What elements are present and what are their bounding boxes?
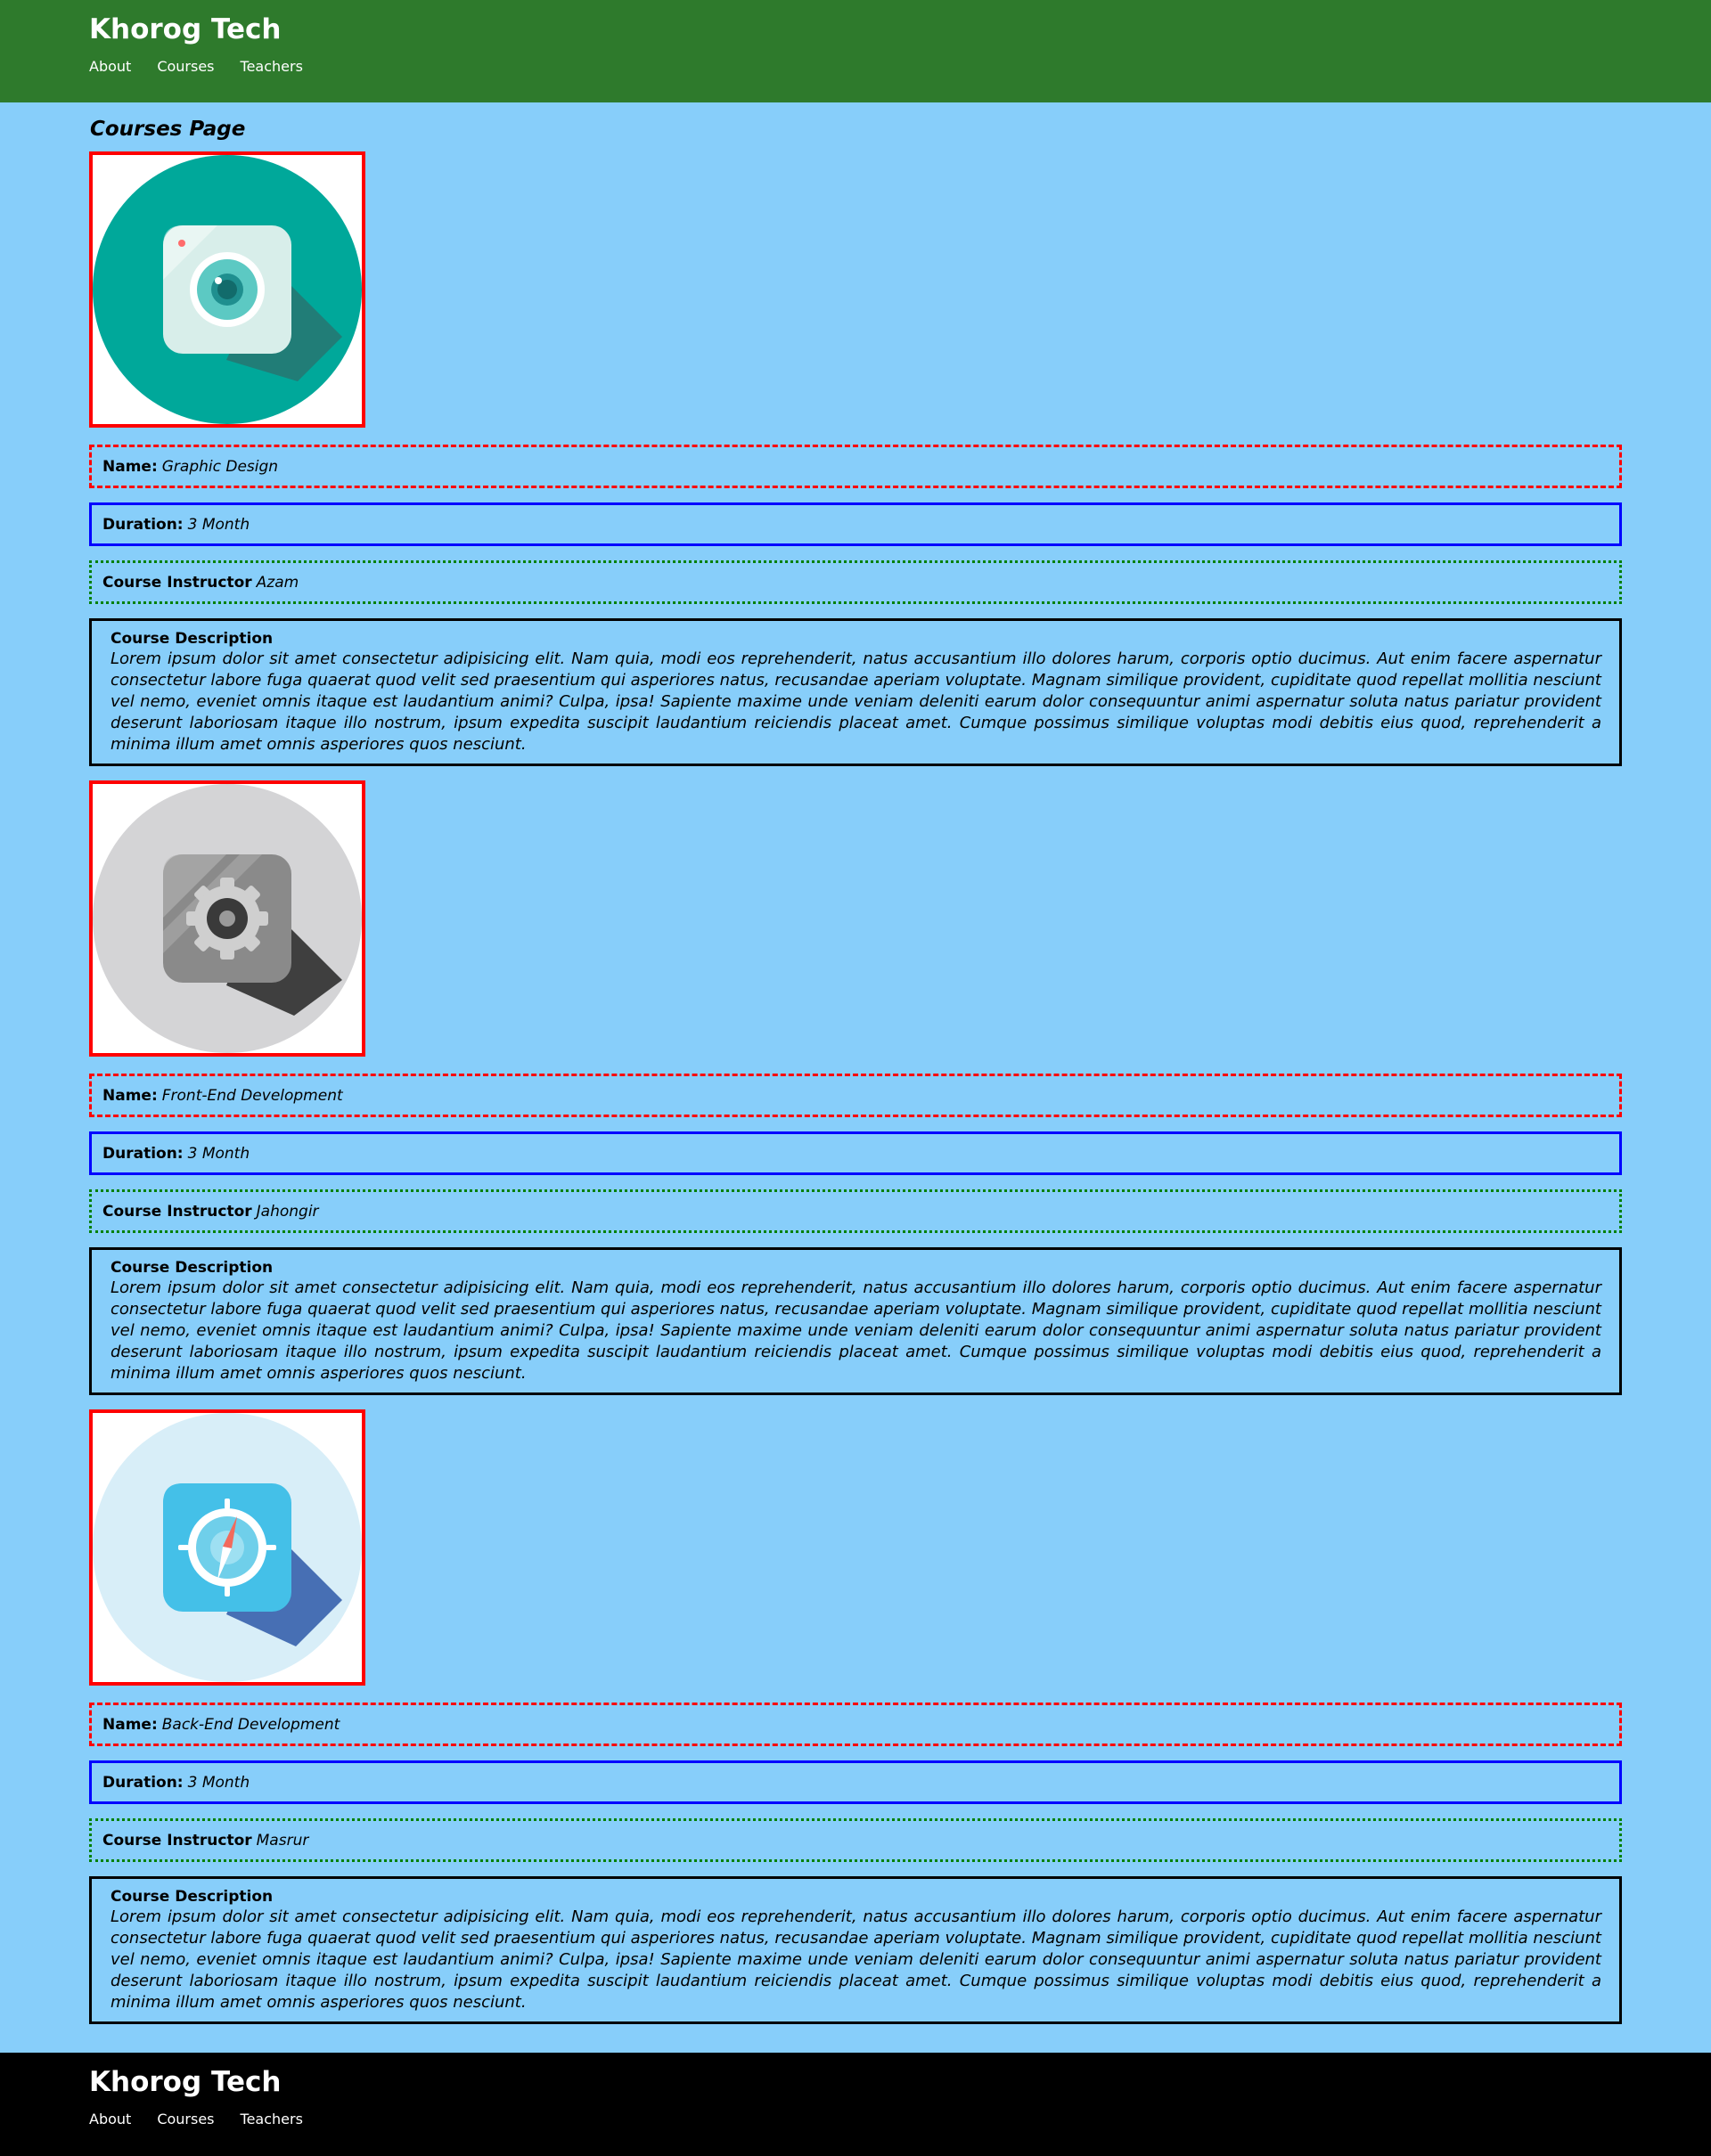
course-duration-label: Duration: xyxy=(102,1773,184,1792)
course-description-text: Lorem ipsum dolor sit amet consectetur a… xyxy=(111,649,1601,754)
site-header: Khorog Tech About Courses Teachers xyxy=(0,0,1711,102)
site-brand[interactable]: Khorog Tech xyxy=(89,12,1711,46)
header-nav: About Courses Teachers xyxy=(89,58,1711,76)
course-duration-value: 3 Month xyxy=(187,515,250,534)
course-image xyxy=(89,1409,365,1686)
course-instructor-value: Azam xyxy=(256,573,299,592)
footer-link-courses[interactable]: Courses xyxy=(157,2111,214,2128)
course-instructor-label: Course Instructor xyxy=(102,573,252,592)
course-instructor-value: Jahongir xyxy=(256,1202,319,1221)
main-content: Courses Page Name: Graphic Design Durati… xyxy=(0,102,1711,2024)
footer-nav: About Courses Teachers xyxy=(89,2111,1711,2128)
course-description-label: Course Description xyxy=(111,630,274,648)
course-duration-field: Duration: 3 Month xyxy=(89,1131,1622,1175)
course-description: Course Description Lorem ipsum dolor sit… xyxy=(89,1876,1622,2024)
course-instructor-value: Masrur xyxy=(256,1831,309,1850)
course-instructor-field: Course Instructor Masrur xyxy=(89,1818,1622,1862)
course-name-value: Front-End Development xyxy=(161,1086,343,1105)
course-duration-label: Duration: xyxy=(102,1144,184,1163)
footer-brand[interactable]: Khorog Tech xyxy=(89,2065,1711,2099)
course-instructor-field: Course Instructor Azam xyxy=(89,560,1622,604)
compass-icon xyxy=(93,1413,362,1682)
site-footer: Khorog Tech About Courses Teachers xyxy=(0,2053,1711,2156)
course-image xyxy=(89,151,365,428)
course-description-text: Lorem ipsum dolor sit amet consectetur a… xyxy=(111,1278,1601,1383)
course-card: Name: Graphic Design Duration: 3 Month C… xyxy=(89,151,1622,766)
nav-link-about[interactable]: About xyxy=(89,58,131,76)
course-name-field: Name: Graphic Design xyxy=(89,445,1622,488)
course-description: Course Description Lorem ipsum dolor sit… xyxy=(89,1247,1622,1395)
course-duration-value: 3 Month xyxy=(187,1773,250,1792)
course-duration-value: 3 Month xyxy=(187,1144,250,1163)
course-description: Course Description Lorem ipsum dolor sit… xyxy=(89,618,1622,766)
course-description-text: Lorem ipsum dolor sit amet consectetur a… xyxy=(111,1907,1601,2012)
nav-link-courses[interactable]: Courses xyxy=(157,58,214,76)
course-instructor-label: Course Instructor xyxy=(102,1831,252,1850)
footer-link-about[interactable]: About xyxy=(89,2111,131,2128)
camera-icon xyxy=(93,155,362,424)
course-instructor-label: Course Instructor xyxy=(102,1202,252,1221)
course-name-label: Name: xyxy=(102,1086,158,1105)
course-name-label: Name: xyxy=(102,457,158,476)
settings-gear-icon xyxy=(93,784,362,1053)
course-card: Name: Front-End Development Duration: 3 … xyxy=(89,780,1622,1395)
course-name-field: Name: Front-End Development xyxy=(89,1074,1622,1117)
course-card: Name: Back-End Development Duration: 3 M… xyxy=(89,1409,1622,2024)
nav-link-teachers[interactable]: Teachers xyxy=(241,58,303,76)
course-name-value: Back-End Development xyxy=(161,1715,340,1734)
course-description-label: Course Description xyxy=(111,1259,274,1277)
course-instructor-field: Course Instructor Jahongir xyxy=(89,1189,1622,1233)
page-title: Courses Page xyxy=(90,118,246,141)
course-name-label: Name: xyxy=(102,1715,158,1734)
footer-link-teachers[interactable]: Teachers xyxy=(241,2111,303,2128)
course-description-label: Course Description xyxy=(111,1888,274,1906)
course-name-value: Graphic Design xyxy=(161,457,279,476)
course-duration-field: Duration: 3 Month xyxy=(89,502,1622,546)
course-duration-label: Duration: xyxy=(102,515,184,534)
course-duration-field: Duration: 3 Month xyxy=(89,1760,1622,1804)
course-name-field: Name: Back-End Development xyxy=(89,1703,1622,1746)
course-image xyxy=(89,780,365,1057)
